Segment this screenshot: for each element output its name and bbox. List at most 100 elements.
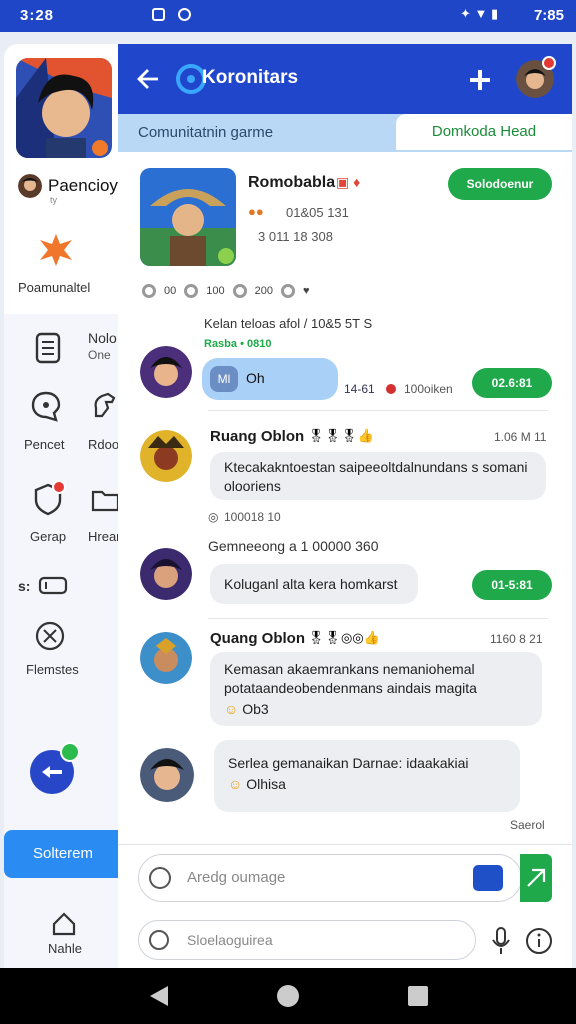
sidebar-item-gerap-label[interactable]: Gerap <box>30 529 66 544</box>
send-button[interactable] <box>520 854 552 902</box>
back-arrow-icon[interactable] <box>136 68 160 90</box>
top-app-bar: Koronitars <box>118 44 572 114</box>
nav-back-icon[interactable] <box>150 986 170 1006</box>
reaction-icons: 🎖🎖◎◎👍 <box>308 630 380 645</box>
share-icon <box>232 284 247 298</box>
profile-subtext: ty <box>50 195 58 205</box>
reaction-icons: 🎖🎖🎖👍 <box>308 428 374 443</box>
sticker-icon[interactable] <box>149 930 169 950</box>
signal-icon: ✦ ▼ ▮ <box>460 6 499 21</box>
message-footer: 100018 10 <box>224 510 281 524</box>
main-panel: Koronitars Comunitatnin garme Domkoda He… <box>118 44 572 972</box>
view-icon <box>142 284 156 298</box>
sender-avatar[interactable] <box>140 430 192 482</box>
emoji-icon[interactable] <box>149 867 171 889</box>
document-icon[interactable] <box>34 332 62 364</box>
cluster-label: s: <box>18 578 31 594</box>
chat-feed: Romobabla ▣ ♦ ●● 01&05 131 3 011 18 308 … <box>118 152 572 972</box>
message-bubble[interactable]: Koluganl alta kera homkarst <box>210 564 418 604</box>
sidebar: Paencioy ty Poamunaltel Nolo One Pencet … <box>4 44 122 968</box>
page-title: Koronitars <box>202 67 299 88</box>
message-input[interactable]: Aredg oumage <box>138 854 522 902</box>
status-time-left: 3:28 <box>20 7 55 24</box>
message-time: 1.06 M 11 <box>494 430 547 444</box>
sidebar-item-nolo-sub: One <box>88 348 111 362</box>
chat-bubble-icon[interactable] <box>30 390 62 422</box>
profile-avatar[interactable] <box>18 174 42 198</box>
clock-icon: ◎ <box>208 510 219 524</box>
like-icon <box>184 284 199 298</box>
message-subtitle: Rasba • 0810 <box>204 338 272 350</box>
coin-icon: ●● <box>248 204 264 219</box>
sidebar-item-hrear-label[interactable]: Hrear <box>88 529 121 544</box>
message-divider <box>208 618 548 619</box>
solterem-button[interactable]: Solterem <box>4 830 122 878</box>
message-bubble[interactable]: Serlea gemanaikan Darnae: idaakakiai ☺ O… <box>214 740 520 812</box>
horse-icon[interactable] <box>90 390 120 420</box>
gamepad-icon[interactable] <box>38 574 68 596</box>
composer-divider <box>118 844 572 845</box>
status-dot-icon <box>386 384 396 394</box>
message-sender: Quang Oblon <box>210 630 305 647</box>
tab-community-game[interactable]: Comunitatnin garme <box>138 124 273 141</box>
tab-domkoda-head[interactable]: Domkoda Head <box>396 114 572 150</box>
status-time-right: 7:85 <box>533 7 564 24</box>
message-footer: Ob3 <box>242 701 269 717</box>
sidebar-item-pencet-label[interactable]: Pencet <box>24 437 64 452</box>
message-text: Ktecakakntoestan saipeeoltdalnundans s s… <box>224 459 528 494</box>
sidebar-item-nolo-label[interactable]: Nolo <box>88 330 117 346</box>
nav-home-icon[interactable] <box>277 985 299 1007</box>
message-text: Serlea gemanaikan Darnae: idaakakiai <box>228 755 469 771</box>
edit-badge-icon <box>60 742 80 762</box>
message-sender: Ruang Oblon <box>210 428 305 445</box>
atom-icon[interactable] <box>34 620 66 652</box>
message-input-placeholder: Aredg oumage <box>187 869 286 886</box>
secondary-input[interactable]: Sloelaoguirea <box>138 920 476 960</box>
featured-title: Romobabla <box>248 174 336 191</box>
sidebar-item-flemstes-label[interactable]: Flemstes <box>26 662 79 677</box>
featured-action-button[interactable]: Solodoenur <box>448 168 552 200</box>
message-text: Koluganl alta kera homkarst <box>224 576 398 592</box>
stat-value: 200 <box>254 285 273 297</box>
stats-row: 00 100 200 ♥ <box>142 284 310 298</box>
message-bubble-blue[interactable]: Ml Oh <box>202 358 338 400</box>
game-thumbnail[interactable] <box>16 58 112 158</box>
message-action-button[interactable]: 02.6:81 <box>472 368 552 398</box>
image-attach-icon[interactable] <box>473 865 503 891</box>
featured-badge-icon: ▣ ♦ <box>336 174 361 190</box>
heart-icon[interactable]: ♥ <box>303 285 310 297</box>
message-sender: Gemneeong a 1 00000 360 <box>208 538 379 554</box>
message-text: Oh <box>246 370 265 386</box>
add-icon[interactable] <box>468 68 492 92</box>
featured-game-image[interactable] <box>140 168 236 266</box>
nav-recents-icon[interactable] <box>408 986 428 1006</box>
tab-strip: Comunitatnin garme Domkoda Head <box>118 114 572 152</box>
system-nav-bar <box>0 968 576 1024</box>
sidebar-item-rdoo-label[interactable]: Rdoo <box>88 437 119 452</box>
message-action-button[interactable]: 01-5:81 <box>472 570 552 600</box>
smile-emoji-icon: ☺ <box>228 776 247 792</box>
message-footer: Olhisa <box>246 776 286 792</box>
sender-avatar[interactable] <box>140 632 192 684</box>
sender-avatar[interactable] <box>140 548 192 600</box>
message-sender: Kelan teloas afol / 10&5 5T S <box>204 316 373 331</box>
message-time: Saerol <box>510 818 545 832</box>
bottom-nav-label[interactable]: Nahle <box>48 941 82 956</box>
notification-badge <box>542 56 556 70</box>
sender-avatar[interactable] <box>140 346 192 398</box>
feature-label: Poamunaltel <box>18 280 91 295</box>
info-icon[interactable] <box>526 928 552 954</box>
microphone-icon[interactable] <box>490 926 512 956</box>
sender-avatar[interactable] <box>140 748 194 802</box>
profile-name: Paencioy <box>48 176 118 195</box>
burst-icon <box>38 232 74 268</box>
message-bubble[interactable]: Kemasan akaemrankans nemaniohemal potata… <box>210 652 542 726</box>
message-bubble[interactable]: Ktecakakntoestan saipeeoltdalnundans s s… <box>210 452 546 500</box>
stat-value: 100 <box>206 285 225 297</box>
notification-icon <box>152 8 165 21</box>
status-bar: 3:28 ✦ ▼ ▮ 7:85 <box>0 0 576 32</box>
message-status: 100oiken <box>404 382 453 396</box>
home-icon[interactable] <box>50 910 78 938</box>
folder-icon[interactable] <box>90 486 120 514</box>
secondary-input-placeholder: Sloelaoguirea <box>187 932 273 948</box>
